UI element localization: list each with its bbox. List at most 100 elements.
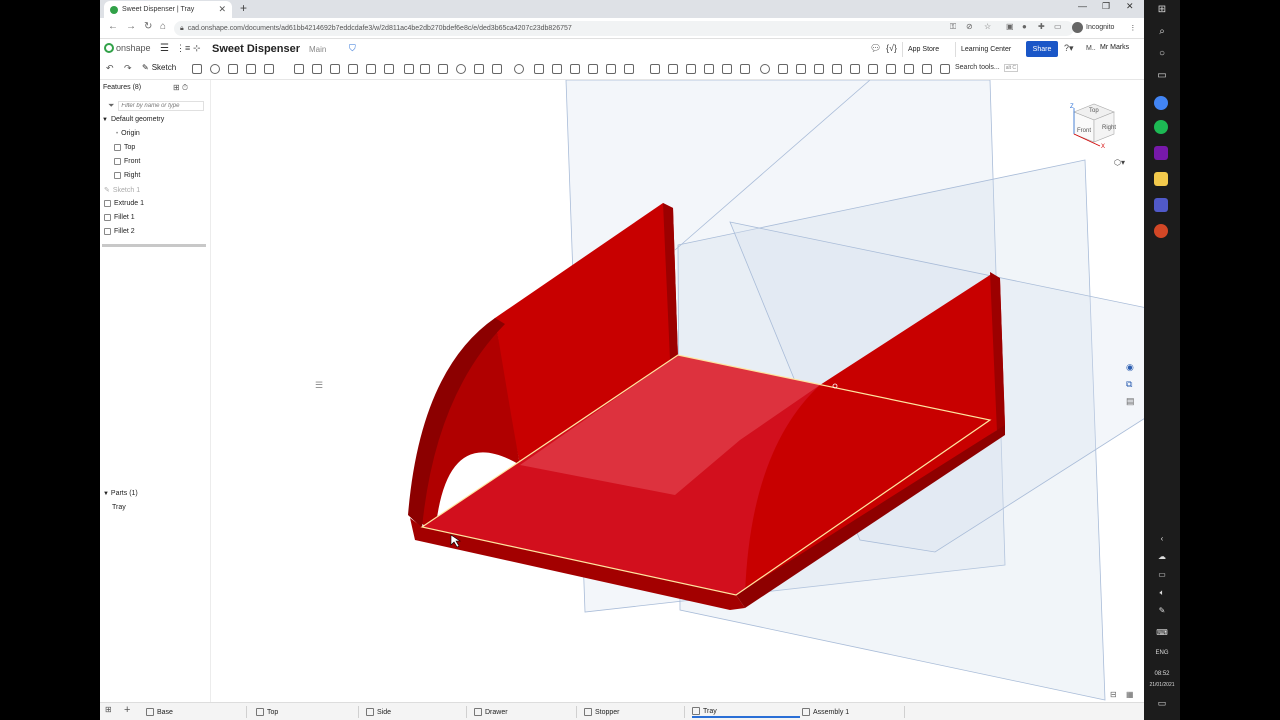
restore-icon[interactable]: ❐ — [1102, 1, 1110, 12]
rollback-bar[interactable] — [102, 244, 206, 247]
rib-icon[interactable] — [348, 64, 358, 74]
chrome-icon[interactable] — [1154, 96, 1168, 110]
onshape-logo[interactable]: onshape — [104, 43, 151, 53]
mate-connector-icon[interactable] — [606, 64, 616, 74]
chamfer-icon[interactable] — [312, 64, 322, 74]
transform-icon[interactable] — [474, 64, 484, 74]
feature-item-fillet-2[interactable]: Fillet 2 — [104, 228, 135, 235]
spotify-icon[interactable] — [1154, 120, 1168, 134]
onedrive-icon[interactable]: ☁ — [1144, 552, 1180, 561]
parts-heading[interactable]: ▼ Parts (1) — [103, 490, 138, 497]
cut-list-icon[interactable] — [904, 64, 914, 74]
version-graph-icon[interactable]: ⊹ — [193, 43, 201, 54]
model-canvas[interactable] — [211, 80, 1144, 702]
section-view-icon[interactable] — [778, 64, 788, 74]
search-tools-input[interactable]: Search tools... alt C — [955, 64, 1035, 72]
shell-icon[interactable] — [366, 64, 376, 74]
default-geometry-group[interactable]: ▼ Default geometry — [102, 116, 164, 123]
tab-drawer[interactable]: Drawer — [474, 706, 512, 718]
cortana-icon[interactable]: ○ — [1144, 48, 1180, 59]
user-name[interactable]: Mr Marks — [1100, 44, 1129, 51]
properties-icon[interactable]: ▤ — [1126, 396, 1135, 407]
replace-face-icon[interactable] — [552, 64, 562, 74]
windows-start-icon[interactable]: ⊞ — [1144, 4, 1180, 15]
incognito-indicator[interactable]: Incognito ⋮ — [1072, 22, 1136, 33]
feature-filter-input[interactable] — [118, 100, 205, 111]
tab-tray[interactable]: Tray — [692, 706, 800, 718]
key-icon[interactable]: ⚿ — [950, 22, 956, 32]
extend-icon[interactable] — [850, 64, 860, 74]
delete-part-icon[interactable] — [492, 64, 502, 74]
branch-manager-icon[interactable]: ⋮≡ — [176, 43, 190, 54]
file-explorer-icon[interactable] — [1154, 172, 1168, 186]
notifications-icon[interactable]: ▭ — [1144, 698, 1180, 709]
pattern-icon[interactable] — [404, 64, 414, 74]
feature-item-sketch-1[interactable]: ✎ Sketch 1 — [104, 186, 140, 195]
graduation-cap-icon[interactable]: ⛉ — [349, 43, 356, 54]
clock-date[interactable]: 21/01/2021 — [1144, 682, 1180, 688]
bend-icon[interactable] — [704, 64, 714, 74]
forward-icon[interactable]: → — [126, 21, 136, 32]
powerpoint-icon[interactable] — [1154, 224, 1168, 238]
extrude-icon[interactable] — [192, 64, 202, 74]
part-item-tray[interactable]: Tray — [112, 504, 126, 511]
learning-center-button[interactable]: Learning Center — [955, 42, 1016, 57]
split-icon[interactable] — [456, 64, 466, 74]
keyboard-icon[interactable]: ⌨ — [1144, 628, 1180, 637]
menu-icon[interactable]: ☰ — [160, 43, 169, 54]
minimize-icon[interactable]: — — [1078, 1, 1087, 11]
user-avatar[interactable]: M.. — [1086, 45, 1096, 52]
tab-manager-icon[interactable]: ⊞ — [105, 705, 112, 714]
browser-menu-icon[interactable]: ⋮ — [1129, 24, 1136, 32]
view-options-icon[interactable]: ⬡▾ — [1114, 158, 1125, 167]
expand-chevron-icon[interactable]: ▼ — [102, 117, 108, 123]
feature-item-top[interactable]: Top — [114, 144, 135, 151]
feature-item-origin[interactable]: • Origin — [116, 130, 140, 137]
variables-icon[interactable]: {√} — [886, 43, 897, 53]
pen-icon[interactable]: ✎ — [1144, 606, 1180, 615]
show-hidden-icons-icon[interactable]: ‹ — [1144, 534, 1180, 543]
loft-icon[interactable] — [246, 64, 256, 74]
tracking-off-icon[interactable]: ⊘ — [966, 22, 973, 31]
thicken-icon[interactable] — [264, 64, 274, 74]
tab-top[interactable]: Top — [256, 706, 282, 718]
insert-tab-icon[interactable]: + — [124, 704, 130, 716]
fillet-icon[interactable] — [294, 64, 304, 74]
cast-icon[interactable]: ▭ — [1054, 22, 1062, 31]
reload-icon[interactable]: ↻ — [144, 21, 152, 32]
window-close-icon[interactable]: ✕ — [1126, 1, 1134, 12]
extension-icon[interactable]: ▣ — [1006, 22, 1014, 31]
tab-stopper[interactable]: Stopper — [584, 706, 624, 718]
view-cube-top-label[interactable]: Top — [1089, 108, 1099, 114]
view-cube-right-label[interactable]: Right — [1102, 125, 1116, 131]
battery-icon[interactable]: ▭ — [1144, 570, 1180, 579]
app-store-button[interactable]: App Store — [902, 42, 944, 57]
teams-icon[interactable] — [1154, 198, 1168, 212]
view-cube-front-label[interactable]: Front — [1077, 128, 1091, 134]
home-icon[interactable]: ⌂ — [160, 21, 166, 32]
feature-item-right[interactable]: Right — [114, 172, 140, 179]
feature-panel-icons[interactable]: ⊞ ⏱ — [173, 83, 188, 93]
feature-item-front[interactable]: Front — [114, 158, 140, 165]
volume-icon[interactable]: 🔈︎ — [1144, 588, 1180, 598]
variable-icon[interactable] — [740, 64, 750, 74]
extension-2-icon[interactable]: ● — [1022, 22, 1027, 31]
document-title[interactable]: Sweet Dispenser — [212, 43, 300, 55]
help-icon[interactable]: ?▾ — [1064, 43, 1074, 54]
bottom-right-tool-2-icon[interactable]: ▦ — [1126, 690, 1134, 699]
task-view-icon[interactable]: ▭ — [1144, 70, 1180, 81]
new-tab-button[interactable]: + — [240, 1, 247, 15]
assembly-tool-icon[interactable]: ⧉ — [1126, 379, 1135, 390]
language-indicator[interactable]: ENG — [1144, 650, 1180, 656]
comments-icon[interactable]: 💬︎ — [870, 43, 881, 54]
feature-item-fillet-1[interactable]: Fillet 1 — [104, 214, 135, 221]
sketch-button[interactable]: ✎ Sketch — [142, 63, 176, 72]
back-icon[interactable]: ← — [108, 21, 118, 32]
tab-close-icon[interactable]: ✕ — [218, 4, 226, 15]
url-field[interactable]: 🔒︎ cad.onshape.com/documents/ad61bb42146… — [174, 21, 1074, 36]
flange-icon[interactable] — [668, 64, 678, 74]
measure-icon[interactable] — [760, 64, 770, 74]
graphics-viewport[interactable]: ☰ — [211, 80, 1144, 702]
bottom-right-tool-1-icon[interactable]: ⊟ — [1110, 690, 1117, 699]
helix-icon[interactable] — [624, 64, 634, 74]
